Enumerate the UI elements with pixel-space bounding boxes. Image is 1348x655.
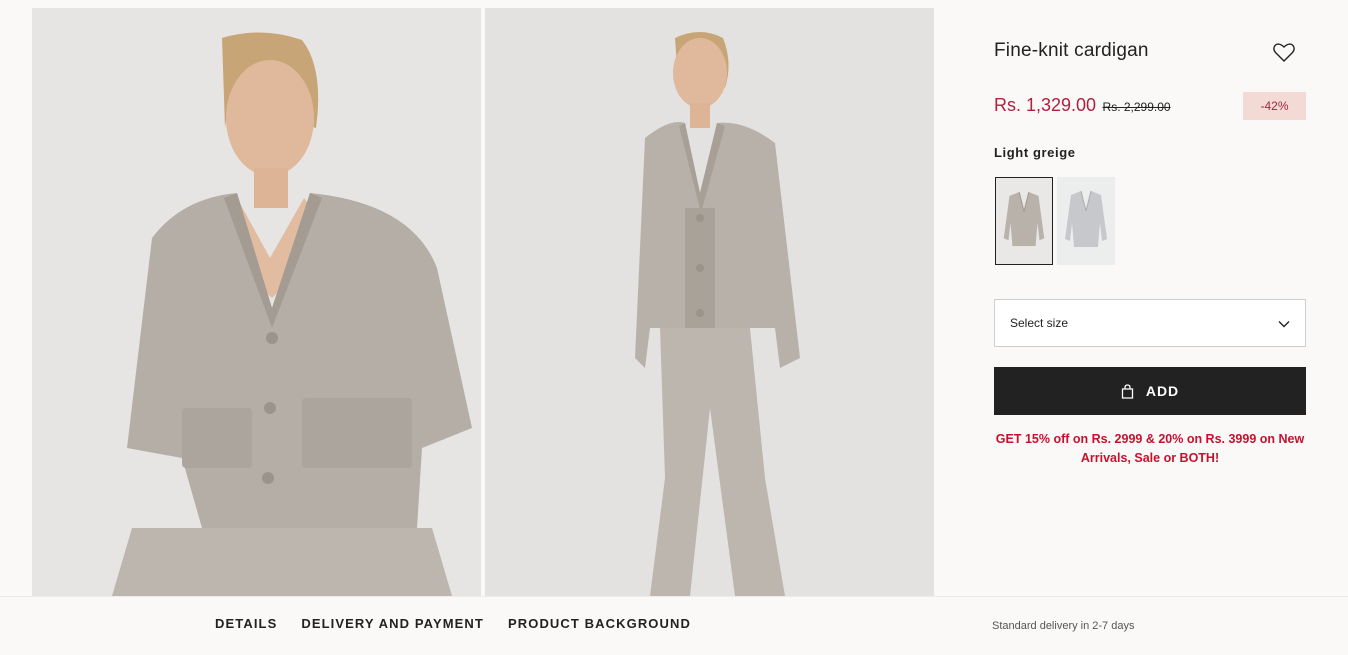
promo-message: GET 15% off on Rs. 2999 & 20% on Rs. 399…: [995, 432, 1305, 465]
selected-color-label: Light greige: [994, 145, 1076, 160]
model-closeup-illustration: [32, 8, 481, 596]
size-select-placeholder: Select size: [1010, 316, 1069, 330]
tab-product-background[interactable]: PRODUCT BACKGROUND: [508, 616, 691, 631]
product-info-tabs: DETAILS DELIVERY AND PAYMENT PRODUCT BAC…: [215, 616, 691, 631]
add-button-label: ADD: [1145, 383, 1180, 399]
bottom-info-bar: DETAILS DELIVERY AND PAYMENT PRODUCT BAC…: [0, 596, 1348, 655]
product-title: Fine-knit cardigan: [994, 40, 1149, 61]
size-select-dropdown[interactable]: Select size: [994, 299, 1306, 347]
cardigan-light-grey-thumbnail-icon: [1057, 177, 1115, 265]
cardigan-greige-thumbnail-icon: [996, 178, 1052, 264]
discount-badge: -42%: [1243, 92, 1306, 120]
chevron-down-icon: [1278, 321, 1290, 328]
shopping-bag-icon: [1121, 383, 1133, 399]
original-price: Rs. 2,299.00: [1102, 100, 1171, 114]
price-block: Rs. 1,329.00 Rs. 2,299.00: [994, 95, 1171, 116]
tab-details[interactable]: DETAILS: [215, 616, 277, 631]
delivery-note: Standard delivery in 2-7 days: [992, 620, 1135, 632]
add-to-bag-button[interactable]: ADD: [994, 367, 1306, 415]
favorite-heart-icon[interactable]: [1272, 40, 1296, 64]
swatch-light-greige[interactable]: [995, 177, 1053, 265]
sale-price: Rs. 1,329.00: [994, 95, 1097, 115]
model-full-body-illustration: [485, 8, 934, 596]
product-image-full-body[interactable]: [485, 8, 934, 596]
swatch-light-grey[interactable]: [1057, 177, 1115, 265]
tab-delivery-and-payment[interactable]: DELIVERY AND PAYMENT: [301, 616, 484, 631]
product-image-closeup[interactable]: [32, 8, 481, 596]
